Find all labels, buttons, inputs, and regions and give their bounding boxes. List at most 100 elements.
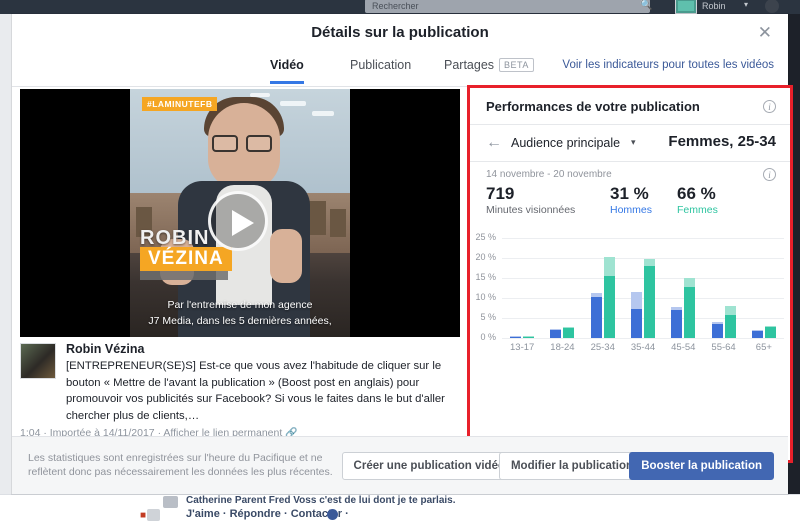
info-icon[interactable]: i (763, 100, 776, 113)
boost-post-button[interactable]: Booster la publication (629, 452, 774, 480)
stat-label: Hommes (610, 204, 653, 216)
scene-chair (330, 209, 346, 237)
bar-segment-solid (764, 327, 776, 338)
page-title: Détails sur la publication (311, 24, 489, 41)
post-preview-column: #LAMINUTEFB ROBIN VÉZINA Par l'entremise… (12, 87, 460, 439)
stat-label: Minutes visionnées (486, 204, 576, 216)
bar-segment-light (603, 256, 615, 277)
hashtag-overlay: #LAMINUTEFB (142, 97, 218, 111)
chart-x-axis-label: 45-54 (671, 342, 696, 353)
avatar[interactable] (20, 343, 56, 379)
create-video-post-button[interactable]: Créer une publication vidéo (341, 452, 517, 480)
bar-segment-light (563, 327, 575, 329)
bar-segment-solid (523, 336, 535, 338)
video-caption-line-2: J7 Media, dans les 5 dernières années, (148, 315, 332, 327)
video-player[interactable]: #LAMINUTEFB ROBIN VÉZINA Par l'entremise… (20, 89, 460, 337)
post-author-name[interactable]: Robin Vézina (66, 342, 144, 356)
performance-panel: Performances de votre publication i ← Au… (467, 85, 793, 463)
glasses-left (212, 135, 238, 152)
glasses-right (246, 135, 272, 152)
back-arrow-icon[interactable]: ← (486, 134, 502, 152)
bar-segment-solid (643, 265, 655, 338)
bar-segment-light (630, 291, 642, 309)
comment-avatar-2 (147, 509, 160, 521)
bar-segment-solid (711, 324, 723, 338)
chart-bar-group: 45-54 (663, 238, 703, 353)
bar-segment-light (643, 258, 655, 266)
stat-minutes-watched: 719 Minutes visionnées (486, 184, 575, 217)
bar-segment-solid (590, 296, 602, 338)
chart-bar-group: 13-17 (502, 238, 542, 353)
bar-segment-solid (563, 328, 575, 338)
post-details-modal: Détails sur la publication ✕ Vidéo Publi… (12, 14, 793, 494)
bar-segment-solid (510, 336, 522, 338)
scene-light (312, 111, 334, 116)
chart-gridline (502, 338, 784, 339)
tab-bar: Vidéo Publication Partages BETA Voir les… (12, 54, 788, 87)
background-left-column (0, 14, 12, 494)
comment-badge-icon: ■ (140, 510, 147, 521)
chart-y-axis-label: 15 % (475, 272, 496, 282)
search-icon[interactable]: 🔍 (640, 0, 652, 11)
audience-selected-value: Femmes, 25-34 (668, 133, 776, 150)
chart-x-axis-label: 65+ (755, 342, 772, 353)
modal-header: Détails sur la publication ✕ (12, 14, 788, 54)
chart-bar-group: 25-34 (583, 238, 623, 353)
bar-segment-light (711, 322, 723, 324)
background-search-placeholder: Rechercher (372, 1, 419, 11)
chart-bar-group: 65+ (744, 238, 784, 353)
chart-x-axis-label: 25-34 (590, 342, 615, 353)
all-videos-link[interactable]: Voir les indicateurs pour toutes les vid… (562, 59, 774, 71)
bar-segment-light (684, 278, 696, 287)
bar-segment-solid (724, 315, 736, 338)
tab-partages[interactable]: Partages (444, 58, 494, 81)
audience-dropdown-label[interactable]: Audience principale (511, 136, 620, 150)
background-username[interactable]: Robin (702, 0, 726, 13)
play-button[interactable] (208, 191, 268, 251)
summary-stats-row: 14 novembre - 20 novembre i 719 Minutes … (470, 162, 790, 219)
bar-segment-solid (684, 286, 696, 338)
footer-disclaimer: Les statistiques sont enregistrées sur l… (28, 452, 333, 478)
chart-x-axis-label: 55-64 (711, 342, 736, 353)
stat-value: 31 % (610, 184, 649, 203)
play-triangle-icon (232, 210, 254, 236)
date-range-label: 14 novembre - 20 novembre (486, 169, 612, 180)
chart-x-axis-label: 13-17 (510, 342, 535, 353)
chart-bar-group: 18-24 (542, 238, 582, 353)
tab-publication[interactable]: Publication (350, 58, 411, 81)
modal-body: #LAMINUTEFB ROBIN VÉZINA Par l'entremise… (12, 85, 793, 463)
stat-women-percent: 66 % Femmes (677, 184, 718, 217)
tab-video[interactable]: Vidéo (270, 58, 304, 84)
stat-value: 66 % (677, 184, 716, 203)
info-icon[interactable]: i (763, 168, 776, 181)
close-icon[interactable]: ✕ (758, 24, 772, 42)
chart-bar-group: 55-64 (703, 238, 743, 353)
chevron-down-icon[interactable]: ▾ (631, 137, 636, 148)
comment-avatar (163, 496, 178, 508)
background-comments-area: Catherine Parent Fred Voss c'est de lui … (0, 494, 800, 522)
background-avatar[interactable] (675, 0, 697, 14)
scene-chair (308, 201, 326, 235)
comment-actions[interactable]: J'aime · Répondre · Contacter · (186, 508, 349, 520)
bar-segment-solid (630, 308, 642, 338)
stat-label: Femmes (677, 204, 718, 216)
edit-post-button[interactable]: Modifier la publication (498, 452, 645, 480)
video-caption-line-1: Par l'entremise de mon agence (167, 299, 313, 311)
chart-x-axis-label: 35-44 (630, 342, 656, 353)
chevron-down-icon[interactable]: ▾ (744, 0, 748, 9)
bar-segment-light (590, 292, 602, 297)
stat-value: 719 (486, 184, 515, 203)
avatar-inner (678, 1, 694, 11)
person-hand-right (270, 229, 302, 283)
stat-men-percent: 31 % Hommes (610, 184, 652, 217)
bar-segment-light (764, 326, 776, 328)
performance-header: Performances de votre publication i (470, 88, 790, 125)
scene-light (280, 101, 306, 106)
chart-y-axis-label: 20 % (475, 252, 496, 262)
chart-plot-area: 0 % 5 % 10 % 15 % 20 % 25 % 13-17 18-24 25-34 35-… (475, 232, 784, 353)
bar-segment-light (724, 306, 736, 316)
bar-segment-solid (671, 310, 683, 338)
chart-bar-group: 35-44 (623, 238, 663, 353)
age-gender-bar-chart: 0 % 5 % 10 % 15 % 20 % 25 % 13-17 18-24 25-34 35-… (470, 232, 790, 358)
chart-y-axis-label: 0 % (480, 332, 496, 342)
